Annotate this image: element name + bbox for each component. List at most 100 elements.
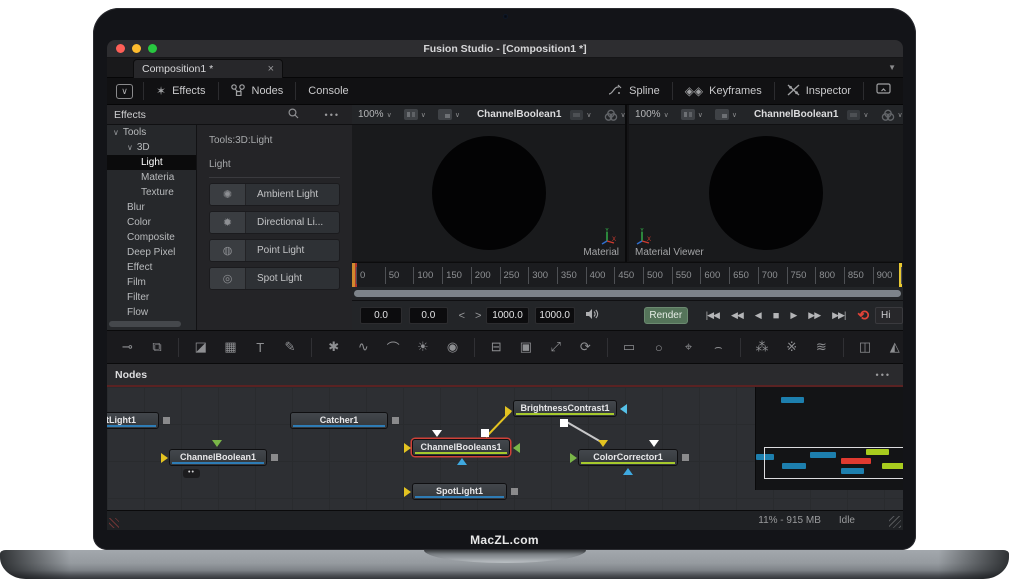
tree-item-texture[interactable]: Texture [107,185,196,200]
tree-item-color[interactable]: Color [107,215,196,230]
step-forward-button[interactable]: > [470,310,486,322]
subview-icon[interactable] [715,109,729,120]
render-end-field[interactable]: 1000.0 [486,307,528,324]
node-port-right[interactable] [511,488,518,495]
panel-select-button[interactable]: ∨ [116,84,133,99]
lut-icon[interactable] [570,110,583,120]
render-button[interactable]: Render [644,307,688,324]
inspector-toggle-button[interactable]: Inspector [775,78,863,104]
tool-button-directional-li-[interactable]: ✹Directional Li... [209,211,340,234]
fast-rewind-button[interactable]: ◀◀ [725,310,749,321]
node-port-top[interactable] [649,440,659,447]
split-view-icon[interactable] [404,109,418,120]
tree-item-light[interactable]: Light [107,155,196,170]
tree-item-film[interactable]: Film [107,275,196,290]
effects-toggle-button[interactable]: ✶ Effects [144,78,218,104]
graph-node-brightnesscontrast1[interactable]: BrightnessContrast1 [513,400,617,417]
transform-icon[interactable]: ⟳ [577,339,594,355]
timeline-scrollbar-thumb[interactable] [354,290,901,297]
graph-node-catcher1[interactable]: Catcher1 [290,412,388,429]
fast-noise-icon[interactable]: ▦ [222,339,239,355]
viewer-source-label[interactable]: ChannelBoolean1 [754,109,838,120]
chevron-down-icon[interactable]: ∨ [387,111,392,119]
tree-item-materia[interactable]: Materia [107,170,196,185]
subview-icon[interactable] [438,109,452,120]
merge-icon[interactable]: ⊟ [488,339,505,355]
graph-node-spotlight1[interactable]: SpotLight1 [412,483,507,500]
tree-horizontal-scrollbar[interactable] [109,321,181,327]
chevron-down-icon[interactable]: ∨ [455,111,460,119]
io-pipeline-icon[interactable]: ⊸ [119,339,136,355]
global-start-field[interactable]: 0.0 [360,307,402,324]
node-graph-minimap[interactable] [755,387,903,490]
audio-icon[interactable] [585,308,599,323]
tree-item-filter[interactable]: Filter [107,290,196,305]
chevron-down-icon[interactable]: ∨ [127,143,133,152]
chevron-down-icon[interactable]: ∨ [586,111,591,119]
fast-forward-button[interactable]: ▶▶ [802,310,826,321]
node-port-bottom[interactable] [457,458,467,465]
image-plane-3d-icon[interactable]: ◫ [857,339,874,355]
resize-icon[interactable]: ⤢ [547,339,564,355]
chevron-down-icon[interactable]: ∨ [898,111,903,119]
tree-item-effect[interactable]: Effect [107,260,196,275]
viewer-left-canvas[interactable]: YX Material [352,125,625,261]
node-port-right[interactable] [682,454,689,461]
ellipse-mask-icon[interactable]: ○ [650,340,667,355]
node-port-bottom[interactable] [623,468,633,475]
minimap-viewport[interactable] [764,447,903,479]
node-port-right[interactable] [620,404,627,414]
pmerge-icon[interactable]: ※ [783,339,800,355]
node-port-bottom[interactable] [560,419,568,427]
node-port-top[interactable] [481,429,489,437]
zoom-level-dropdown[interactable]: 100% [358,109,384,120]
node-port-right[interactable] [513,443,520,453]
loop-button[interactable]: ⟲ [851,307,875,324]
text-plus-icon[interactable]: T [252,340,269,355]
spline-toggle-button[interactable]: Spline [596,78,672,104]
color-curves-icon[interactable]: ∿ [355,339,372,355]
nodes-panel-menu-icon[interactable]: ••• [864,370,903,380]
tab-close-icon[interactable]: × [268,63,274,75]
graph-node-channelboolean1[interactable]: ChannelBoolean1 [169,449,267,466]
step-back-button[interactable]: < [454,310,470,322]
tool-button-spot-light[interactable]: ◎Spot Light [209,267,340,290]
polygon-mask-icon[interactable]: ⌖ [680,339,697,355]
channel-venn-icon[interactable] [881,109,895,121]
macro-icon[interactable]: ⧉ [149,339,166,355]
timeline-ruler[interactable]: 0501001502002503003504004505005506006507… [352,262,903,287]
console-toggle-button[interactable]: Console [296,78,360,104]
merge-3d-icon[interactable]: ◭ [886,339,903,355]
prender-icon[interactable]: ≋ [813,339,830,355]
node-port-right[interactable] [163,417,170,424]
channel-venn-icon[interactable] [604,109,618,121]
node-graph[interactable]: tLight1ChannelBoolean1••Catcher1ChannelB… [107,385,903,510]
chevron-down-icon[interactable]: ∨ [863,111,868,119]
keyframes-toggle-button[interactable]: ◈◈ Keyframes [673,78,774,104]
node-port-left[interactable] [404,443,411,453]
particles-icon[interactable]: ✱ [325,339,342,355]
color-corrector-icon[interactable]: ▣ [518,339,535,355]
node-port-left[interactable] [505,406,512,416]
chevron-down-icon[interactable]: ∨ [664,111,669,119]
stop-button[interactable]: ■ [767,310,785,322]
tool-button-ambient-light[interactable]: ✺Ambient Light [209,183,340,206]
viewer-right-canvas[interactable]: YX Material Viewer [629,125,903,261]
node-port-right[interactable] [392,417,399,424]
node-port-right[interactable] [271,454,278,461]
node-port-left[interactable] [404,487,411,497]
resize-grip-left[interactable] [109,518,119,528]
tab-overflow-icon[interactable]: ▼ [888,63,896,72]
node-port-top[interactable] [212,440,222,447]
graph-node-tlight1[interactable]: tLight1 [107,412,159,429]
hue-curves-icon[interactable]: ⌒ [385,338,402,357]
tool-button-point-light[interactable]: ◍Point Light [209,239,340,262]
paint-icon[interactable]: ✎ [282,339,299,355]
node-port-top[interactable] [598,440,608,447]
tree-item-blur[interactable]: Blur [107,200,196,215]
global-end-field[interactable]: 1000.0 [535,307,575,324]
current-frame-field[interactable]: 0.0 [409,307,447,324]
nodes-toggle-button[interactable]: Nodes [219,78,296,104]
brightness-contrast-icon[interactable]: ☀ [414,339,431,355]
presentation-mode-button[interactable] [864,78,903,104]
